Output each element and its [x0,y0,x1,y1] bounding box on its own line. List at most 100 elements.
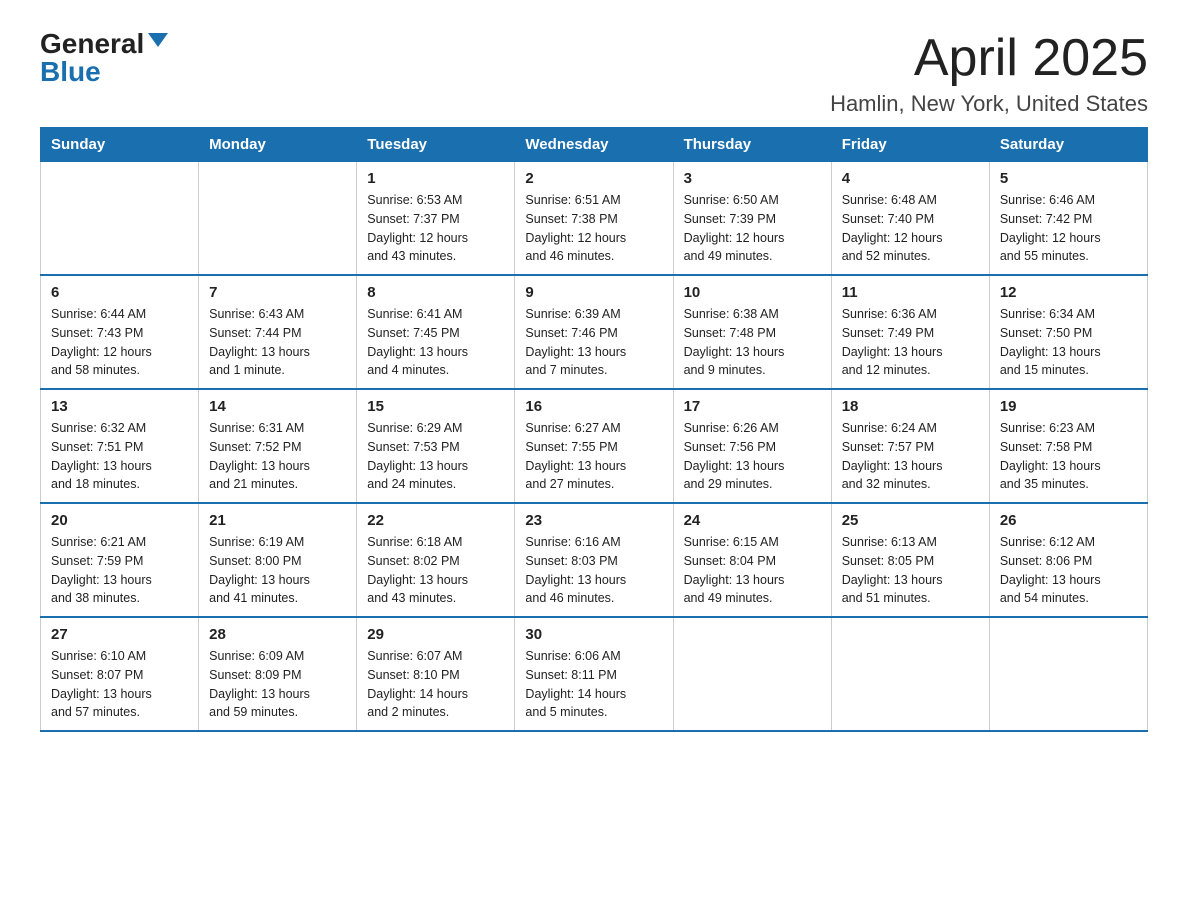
calendar-cell [831,617,989,731]
column-header-sunday: Sunday [41,128,199,162]
day-number: 17 [684,398,821,415]
calendar-cell: 30 Sunrise: 6:06 AM Sunset: 8:11 PM Dayli… [515,617,673,731]
calendar-cell: 3Sunrise: 6:50 AM Sunset: 7:39 PM Daylig… [673,162,831,276]
day-number: 19 [1000,398,1137,415]
day-number: 9 [525,284,662,301]
day-number: 6 [51,284,188,301]
day-info: Sunrise: 6:53 AM Sunset: 7:37 PM Dayligh… [367,191,504,266]
day-number: 16 [525,398,662,415]
day-info: Sunrise: 6:43 AM Sunset: 7:44 PM Dayligh… [209,305,346,380]
calendar-cell: 17 Sunrise: 6:26 AM Sunset: 7:56 PM Dayli… [673,389,831,503]
calendar-cell: 20 Sunrise: 6:21 AM Sunset: 7:59 PM Dayli… [41,503,199,617]
header-row: SundayMondayTuesdayWednesdayThursdayFrid… [41,128,1148,162]
calendar-cell: 7 Sunrise: 6:43 AM Sunset: 7:44 PM Daylig… [199,275,357,389]
calendar-header: SundayMondayTuesdayWednesdayThursdayFrid… [41,128,1148,162]
day-number: 24 [684,512,821,529]
column-header-tuesday: Tuesday [357,128,515,162]
calendar-cell: 16 Sunrise: 6:27 AM Sunset: 7:55 PM Dayli… [515,389,673,503]
page-subtitle: Hamlin, New York, United States [830,91,1148,117]
calendar-week-4: 20 Sunrise: 6:21 AM Sunset: 7:59 PM Dayli… [41,503,1148,617]
calendar-cell: 10 Sunrise: 6:38 AM Sunset: 7:48 PM Dayli… [673,275,831,389]
day-info: Sunrise: 6:44 AM Sunset: 7:43 PM Dayligh… [51,305,188,380]
page-title: April 2025 [830,30,1148,87]
column-header-friday: Friday [831,128,989,162]
calendar-cell: 11 Sunrise: 6:36 AM Sunset: 7:49 PM Dayli… [831,275,989,389]
page-header: General Blue April 2025 Hamlin, New York… [40,30,1148,117]
day-info: Sunrise: 6:41 AM Sunset: 7:45 PM Dayligh… [367,305,504,380]
day-info: Sunrise: 6:07 AM Sunset: 8:10 PM Dayligh… [367,647,504,722]
column-header-wednesday: Wednesday [515,128,673,162]
calendar-cell [41,162,199,276]
day-info: Sunrise: 6:31 AM Sunset: 7:52 PM Dayligh… [209,419,346,494]
day-info: Sunrise: 6:27 AM Sunset: 7:55 PM Dayligh… [525,419,662,494]
day-number: 2 [525,170,662,187]
calendar-week-3: 13 Sunrise: 6:32 AM Sunset: 7:51 PM Dayli… [41,389,1148,503]
calendar-table: SundayMondayTuesdayWednesdayThursdayFrid… [40,127,1148,732]
day-number: 3 [684,170,821,187]
day-number: 20 [51,512,188,529]
day-number: 29 [367,626,504,643]
calendar-cell: 25Sunrise: 6:13 AM Sunset: 8:05 PM Dayli… [831,503,989,617]
calendar-cell: 18 Sunrise: 6:24 AM Sunset: 7:57 PM Dayli… [831,389,989,503]
day-info: Sunrise: 6:39 AM Sunset: 7:46 PM Dayligh… [525,305,662,380]
calendar-cell: 6 Sunrise: 6:44 AM Sunset: 7:43 PM Daylig… [41,275,199,389]
column-header-monday: Monday [199,128,357,162]
calendar-cell: 19 Sunrise: 6:23 AM Sunset: 7:58 PM Dayli… [989,389,1147,503]
calendar-cell: 21 Sunrise: 6:19 AM Sunset: 8:00 PM Dayli… [199,503,357,617]
day-number: 13 [51,398,188,415]
calendar-cell: 26Sunrise: 6:12 AM Sunset: 8:06 PM Dayli… [989,503,1147,617]
day-info: Sunrise: 6:16 AM Sunset: 8:03 PM Dayligh… [525,533,662,608]
day-info: Sunrise: 6:06 AM Sunset: 8:11 PM Dayligh… [525,647,662,722]
calendar-cell: 13 Sunrise: 6:32 AM Sunset: 7:51 PM Dayli… [41,389,199,503]
day-number: 12 [1000,284,1137,301]
day-info: Sunrise: 6:48 AM Sunset: 7:40 PM Dayligh… [842,191,979,266]
day-number: 30 [525,626,662,643]
calendar-cell: 22 Sunrise: 6:18 AM Sunset: 8:02 PM Dayli… [357,503,515,617]
calendar-cell: 24Sunrise: 6:15 AM Sunset: 8:04 PM Dayli… [673,503,831,617]
calendar-week-5: 27 Sunrise: 6:10 AM Sunset: 8:07 PM Dayli… [41,617,1148,731]
day-info: Sunrise: 6:38 AM Sunset: 7:48 PM Dayligh… [684,305,821,380]
calendar-cell: 14 Sunrise: 6:31 AM Sunset: 7:52 PM Dayli… [199,389,357,503]
day-info: Sunrise: 6:10 AM Sunset: 8:07 PM Dayligh… [51,647,188,722]
calendar-cell: 1Sunrise: 6:53 AM Sunset: 7:37 PM Daylig… [357,162,515,276]
day-number: 10 [684,284,821,301]
calendar-cell [989,617,1147,731]
calendar-cell: 4 Sunrise: 6:48 AM Sunset: 7:40 PM Daylig… [831,162,989,276]
calendar-cell: 5Sunrise: 6:46 AM Sunset: 7:42 PM Daylig… [989,162,1147,276]
logo-general: General [40,30,144,58]
day-number: 27 [51,626,188,643]
day-info: Sunrise: 6:51 AM Sunset: 7:38 PM Dayligh… [525,191,662,266]
day-number: 18 [842,398,979,415]
calendar-cell: 15Sunrise: 6:29 AM Sunset: 7:53 PM Dayli… [357,389,515,503]
day-number: 23 [525,512,662,529]
calendar-cell: 9 Sunrise: 6:39 AM Sunset: 7:46 PM Daylig… [515,275,673,389]
day-number: 4 [842,170,979,187]
day-info: Sunrise: 6:23 AM Sunset: 7:58 PM Dayligh… [1000,419,1137,494]
day-info: Sunrise: 6:12 AM Sunset: 8:06 PM Dayligh… [1000,533,1137,608]
day-info: Sunrise: 6:26 AM Sunset: 7:56 PM Dayligh… [684,419,821,494]
day-info: Sunrise: 6:32 AM Sunset: 7:51 PM Dayligh… [51,419,188,494]
column-header-saturday: Saturday [989,128,1147,162]
logo-triangle-icon [148,33,168,47]
day-info: Sunrise: 6:34 AM Sunset: 7:50 PM Dayligh… [1000,305,1137,380]
calendar-cell: 27 Sunrise: 6:10 AM Sunset: 8:07 PM Dayli… [41,617,199,731]
calendar-week-1: 1Sunrise: 6:53 AM Sunset: 7:37 PM Daylig… [41,162,1148,276]
calendar-cell [673,617,831,731]
day-info: Sunrise: 6:21 AM Sunset: 7:59 PM Dayligh… [51,533,188,608]
day-number: 22 [367,512,504,529]
day-info: Sunrise: 6:46 AM Sunset: 7:42 PM Dayligh… [1000,191,1137,266]
day-number: 7 [209,284,346,301]
day-info: Sunrise: 6:36 AM Sunset: 7:49 PM Dayligh… [842,305,979,380]
day-info: Sunrise: 6:24 AM Sunset: 7:57 PM Dayligh… [842,419,979,494]
logo: General Blue [40,30,168,86]
day-info: Sunrise: 6:19 AM Sunset: 8:00 PM Dayligh… [209,533,346,608]
day-number: 14 [209,398,346,415]
logo-blue: Blue [40,56,101,87]
calendar-cell: 29 Sunrise: 6:07 AM Sunset: 8:10 PM Dayli… [357,617,515,731]
day-number: 21 [209,512,346,529]
day-number: 11 [842,284,979,301]
day-number: 25 [842,512,979,529]
day-info: Sunrise: 6:18 AM Sunset: 8:02 PM Dayligh… [367,533,504,608]
calendar-cell: 23 Sunrise: 6:16 AM Sunset: 8:03 PM Dayli… [515,503,673,617]
calendar-cell [199,162,357,276]
